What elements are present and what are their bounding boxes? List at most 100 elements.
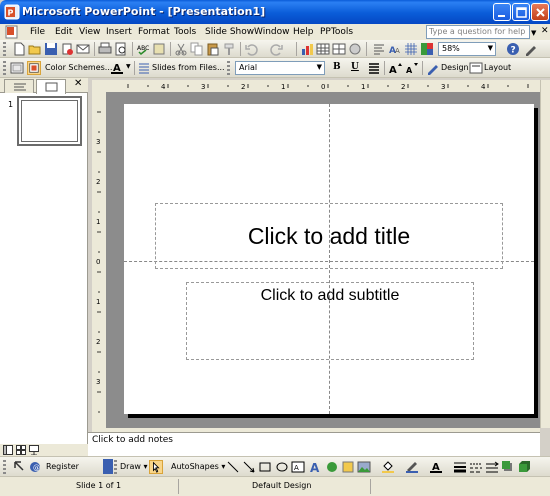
menu-help[interactable]: Help <box>293 27 314 37</box>
line-color-icon[interactable] <box>405 460 419 474</box>
menu-pptools[interactable]: PPTools <box>320 27 353 37</box>
oval-icon[interactable] <box>275 460 289 474</box>
document-control-icon[interactable] <box>4 25 20 39</box>
layout-button[interactable]: Layout <box>484 63 511 72</box>
font-color-icon[interactable]: A <box>110 61 124 75</box>
slides-from-files-label[interactable]: Slides from Files... <box>152 63 225 72</box>
font-name-combo[interactable]: Arial ▼ <box>235 61 325 75</box>
print-icon[interactable] <box>98 42 112 56</box>
toolbar-grip[interactable] <box>3 61 6 75</box>
show-formatting-icon[interactable]: AA <box>388 42 402 56</box>
align-icon[interactable] <box>367 61 381 75</box>
save-icon[interactable] <box>44 42 58 56</box>
print-preview-icon[interactable] <box>114 42 128 56</box>
clip-art-icon[interactable] <box>341 460 355 474</box>
design-button[interactable]: Design <box>441 63 469 72</box>
slide-canvas[interactable]: Click to add title Click to add subtitle <box>124 104 534 414</box>
autoshapes-menu[interactable]: AutoShapes ▾ <box>171 462 225 471</box>
research-icon[interactable] <box>152 42 166 56</box>
help-search-input[interactable]: Type a question for help <box>426 25 530 39</box>
normal-view-icon[interactable] <box>3 445 13 455</box>
insert-picture-icon[interactable] <box>357 460 371 474</box>
slide-thumbnail[interactable] <box>17 96 82 146</box>
decrease-font-size-icon[interactable]: A <box>404 61 418 75</box>
design-icon[interactable] <box>426 61 440 75</box>
3d-style-icon[interactable] <box>517 460 531 474</box>
help-dropdown-icon[interactable]: ▼ <box>531 29 536 37</box>
toolbar-grip[interactable] <box>3 42 6 56</box>
bold-button[interactable]: B <box>333 62 341 72</box>
fill-color-icon[interactable] <box>381 460 395 474</box>
menu-slide-show[interactable]: Slide Show <box>205 27 254 37</box>
font-dropdown-icon[interactable]: ▼ <box>317 63 322 71</box>
menu-file[interactable]: File <box>30 27 45 37</box>
color-schemes-label[interactable]: Color Schemes... <box>45 63 112 72</box>
insert-table-icon[interactable] <box>316 42 330 56</box>
tab-slides[interactable] <box>36 79 66 94</box>
menu-edit[interactable]: Edit <box>55 27 72 37</box>
spelling-icon[interactable]: ABC <box>136 42 150 56</box>
permission-icon[interactable] <box>60 42 74 56</box>
line-style-icon[interactable] <box>453 460 467 474</box>
undo-icon[interactable] <box>244 42 258 56</box>
redo-icon[interactable] <box>270 42 284 56</box>
new-slide-icon[interactable] <box>10 61 24 75</box>
insert-chart-icon[interactable] <box>300 42 314 56</box>
tool-pointer-icon[interactable] <box>12 460 26 474</box>
toolbar-grip[interactable] <box>114 460 117 474</box>
arrow-icon[interactable] <box>242 460 256 474</box>
drawing-font-color-icon[interactable]: A <box>429 460 443 474</box>
subtitle-placeholder[interactable]: Click to add subtitle <box>186 282 474 360</box>
register-icon[interactable]: @ <box>28 460 42 474</box>
layout-icon[interactable] <box>469 61 483 75</box>
pane-close-icon[interactable]: ✕ <box>74 78 82 89</box>
expand-all-icon[interactable] <box>372 42 386 56</box>
dash-style-icon[interactable] <box>469 460 483 474</box>
tables-borders-icon[interactable] <box>332 42 346 56</box>
copy-icon[interactable] <box>190 42 204 56</box>
new-icon[interactable] <box>12 42 26 56</box>
color-grayscale-icon[interactable] <box>420 42 434 56</box>
slide-show-view-icon[interactable] <box>29 445 39 455</box>
tab-outline[interactable] <box>4 79 34 93</box>
title-placeholder[interactable]: Click to add title <box>155 203 503 269</box>
draw-menu[interactable]: Draw ▾ <box>120 462 147 471</box>
cut-icon[interactable] <box>174 42 188 56</box>
slides-from-files-icon[interactable] <box>137 61 151 75</box>
document-close-icon[interactable]: ✕ <box>541 26 549 36</box>
wordart-icon[interactable]: A <box>309 460 323 474</box>
notes-placeholder[interactable]: Click to add notes <box>92 435 173 445</box>
select-objects-icon[interactable] <box>149 460 163 474</box>
font-color-dropdown-icon[interactable]: ▼ <box>126 63 131 70</box>
format-painter-icon[interactable] <box>222 42 236 56</box>
slide-sorter-view-icon[interactable] <box>16 445 26 455</box>
show-grid-icon[interactable] <box>404 42 418 56</box>
open-icon[interactable] <box>28 42 42 56</box>
color-schemes-icon[interactable] <box>27 61 41 75</box>
menu-window[interactable]: Window <box>254 27 290 37</box>
text-box-icon[interactable]: A <box>291 460 305 474</box>
menu-format[interactable]: Format <box>138 27 170 37</box>
toolbar-grip[interactable] <box>3 460 6 474</box>
maximize-button[interactable] <box>512 3 530 21</box>
toolbar-grip[interactable] <box>227 61 230 75</box>
pen-icon[interactable] <box>524 42 538 56</box>
powerpoint-app-icon[interactable]: P <box>4 4 20 20</box>
vertical-scrollbar[interactable] <box>540 80 550 428</box>
shadow-style-icon[interactable] <box>501 460 515 474</box>
underline-button[interactable]: U <box>351 62 359 72</box>
close-button[interactable] <box>531 3 549 21</box>
zoom-dropdown-icon[interactable]: ▼ <box>488 44 493 52</box>
insert-diagram-icon[interactable] <box>348 42 362 56</box>
toolbar-options-icon[interactable] <box>103 459 113 474</box>
menu-view[interactable]: View <box>79 27 100 37</box>
register-button[interactable]: Register <box>46 462 79 471</box>
menu-tools[interactable]: Tools <box>174 27 196 37</box>
help-icon[interactable]: ? <box>506 42 520 56</box>
insert-diagram-drawing-icon[interactable] <box>325 460 339 474</box>
increase-font-size-icon[interactable]: A <box>388 61 402 75</box>
rectangle-icon[interactable] <box>258 460 272 474</box>
notes-pane[interactable]: Click to add notes <box>88 432 540 456</box>
paste-icon[interactable] <box>206 42 220 56</box>
email-icon[interactable] <box>76 42 90 56</box>
